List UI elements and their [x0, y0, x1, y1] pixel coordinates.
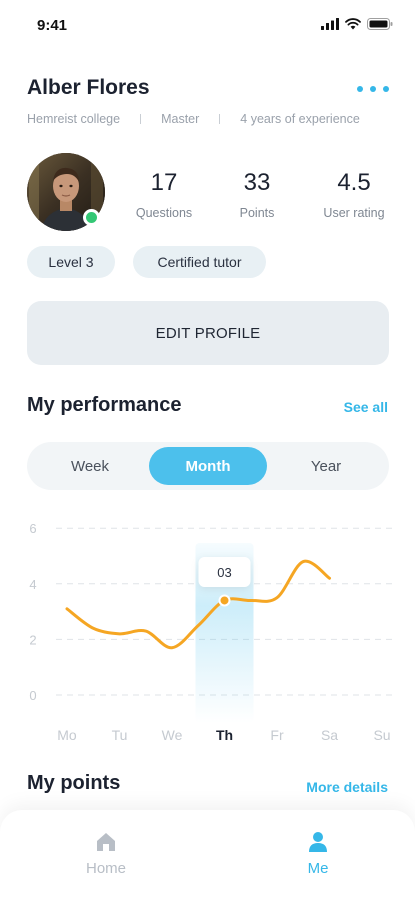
- points-title: My points: [27, 772, 121, 794]
- highlight-point: [218, 594, 231, 607]
- tab-week[interactable]: Week: [35, 447, 145, 485]
- x-tick-label: Su: [373, 727, 390, 743]
- certified-tutor-chip: Certified tutor: [133, 246, 266, 278]
- x-tick-label: Tu: [112, 727, 128, 743]
- x-tick-label: Th: [216, 727, 233, 743]
- performance-chart: 0 2 4 6 03 Mo Tu We Th Fr Sa Su: [29, 521, 392, 743]
- tab-year[interactable]: Year: [271, 447, 381, 485]
- profile-name: Alber Flores: [27, 76, 150, 99]
- stat-value: 17: [150, 169, 178, 196]
- more-details-link[interactable]: More details: [306, 779, 388, 795]
- nav-home[interactable]: Home: [66, 830, 146, 877]
- y-tick-label: 6: [29, 521, 36, 536]
- stat-user-rating: 4.5 User rating: [312, 168, 396, 220]
- x-tick-label: We: [162, 727, 183, 743]
- college-text: Hemreist college: [27, 112, 121, 126]
- performance-title: My performance: [27, 394, 182, 416]
- period-tabs: Week Month Year: [27, 442, 389, 490]
- meta-divider: [140, 114, 142, 124]
- degree-text: Master: [161, 112, 200, 126]
- see-all-link[interactable]: See all: [344, 399, 388, 415]
- tab-month[interactable]: Month: [149, 447, 267, 485]
- nav-me[interactable]: Me: [278, 830, 358, 877]
- stat-value: 33: [243, 169, 271, 196]
- experience-text: 4 years of experience: [240, 112, 360, 126]
- x-tick-label: Mo: [57, 727, 77, 743]
- more-options-icon[interactable]: [357, 82, 389, 96]
- tooltip-label: 03: [217, 565, 231, 580]
- signal-icon: [321, 18, 339, 30]
- stat-value: 4.5: [337, 169, 371, 196]
- online-status-dot: [83, 209, 100, 226]
- nav-label: Me: [307, 860, 329, 877]
- stat-label: User rating: [323, 206, 385, 220]
- stat-label: Questions: [135, 206, 193, 220]
- status-icons: [321, 18, 393, 30]
- stat-label: Points: [239, 206, 275, 220]
- y-tick-label: 0: [29, 688, 36, 703]
- status-bar: 9:41: [0, 0, 415, 52]
- x-tick-label: Fr: [270, 727, 284, 743]
- level-chip: Level 3: [27, 246, 115, 278]
- stat-points: 33 Points: [226, 168, 288, 220]
- y-tick-label: 2: [29, 632, 36, 647]
- chart-tooltip: 03: [198, 557, 251, 587]
- stat-questions: 17 Questions: [128, 168, 200, 220]
- wifi-icon: [345, 18, 361, 30]
- battery-icon: [367, 18, 393, 30]
- nav-label: Home: [85, 860, 126, 877]
- home-icon: [97, 833, 115, 851]
- status-time: 9:41: [37, 17, 68, 34]
- bottom-nav: Home Me: [0, 810, 415, 900]
- x-tick-label: Sa: [321, 727, 338, 743]
- y-tick-label: 4: [29, 577, 36, 592]
- person-icon: [309, 832, 327, 852]
- edit-profile-button[interactable]: EDIT PROFILE: [27, 301, 389, 365]
- meta-divider: [219, 114, 221, 124]
- profile-meta: Hemreist college Master 4 years of exper…: [27, 112, 360, 126]
